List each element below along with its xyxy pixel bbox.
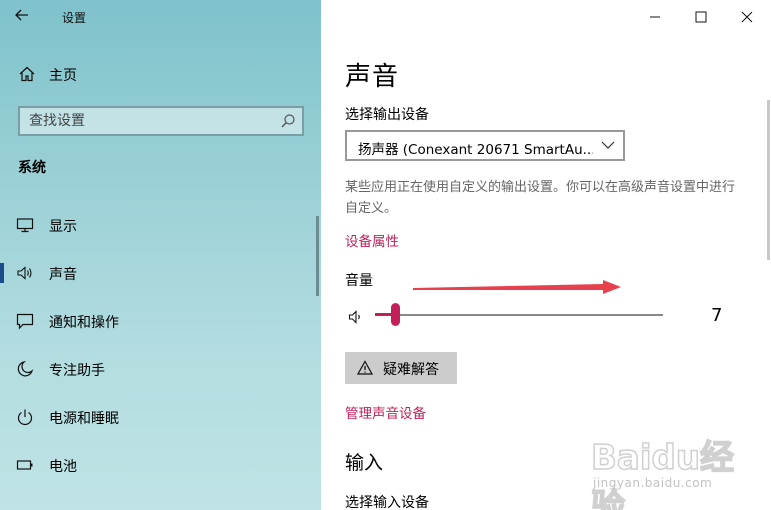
red-arrow-annotation [413, 280, 621, 294]
search-input[interactable] [20, 108, 270, 134]
sidebar-item-battery[interactable]: 电池 [0, 441, 321, 489]
troubleshoot-button[interactable]: 疑难解答 [345, 352, 457, 384]
output-device-value: 扬声器 (Conexant 20671 SmartAu... [358, 142, 593, 158]
title-bar: 设置 [0, 0, 321, 34]
sidebar-item-label: 声音 [49, 267, 77, 283]
watermark: Baidu经验 jingyan.baidu.com [590, 430, 741, 510]
maximize-button[interactable] [678, 0, 724, 32]
power-icon [17, 409, 33, 426]
main-scrollbar[interactable] [767, 100, 770, 260]
sidebar: 设置 主页 系统 显示 声音 [0, 0, 321, 510]
close-icon [741, 11, 753, 23]
device-properties-link[interactable]: 设备属性 [345, 230, 399, 250]
chevron-down-icon [601, 141, 615, 149]
search-icon [281, 114, 295, 128]
home-icon [19, 66, 35, 82]
volume-slider-track[interactable] [375, 314, 663, 316]
volume-label: 音量 [345, 273, 373, 289]
sidebar-item-focus-assist[interactable]: 专注助手 [0, 345, 321, 393]
home-label: 主页 [49, 68, 77, 84]
input-device-label: 选择输入设备 [345, 495, 429, 510]
close-button[interactable] [724, 0, 770, 32]
sidebar-item-label: 专注助手 [49, 363, 105, 379]
sidebar-item-label: 电源和睡眠 [49, 411, 119, 427]
maximize-icon [695, 11, 707, 23]
output-device-dropdown[interactable]: 扬声器 (Conexant 20671 SmartAu... [345, 130, 625, 161]
sidebar-item-display[interactable]: 显示 [0, 201, 321, 249]
speaker-icon [17, 266, 32, 280]
watermark-url: jingyan.baidu.com [593, 476, 713, 490]
section-title: 系统 [18, 160, 46, 176]
search-box[interactable] [18, 106, 304, 136]
sidebar-item-notifications[interactable]: 通知和操作 [0, 297, 321, 345]
manage-sound-devices-link[interactable]: 管理声音设备 [345, 402, 426, 422]
output-device-label: 选择输出设备 [345, 107, 429, 123]
battery-icon [16, 460, 33, 470]
minimize-icon [650, 16, 660, 18]
watermark-logo: Baidu经验 [590, 437, 735, 510]
troubleshoot-label: 疑难解答 [383, 362, 439, 378]
sidebar-item-sound[interactable]: 声音 [0, 249, 321, 297]
warning-icon [357, 360, 373, 375]
input-section-title: 输入 [345, 452, 384, 474]
sidebar-item-label: 显示 [49, 219, 77, 235]
output-description: 某些应用正在使用自定义的输出设置。你可以在高级声音设置中进行自定义。 [345, 180, 736, 216]
sidebar-scrollbar[interactable] [316, 216, 319, 296]
app-title: 设置 [62, 11, 87, 25]
main-panel: 声音 选择输出设备 扬声器 (Conexant 20671 SmartAu...… [321, 0, 771, 510]
notification-icon [16, 313, 34, 330]
volume-speaker-icon[interactable] [348, 308, 364, 326]
sidebar-item-home[interactable]: 主页 [0, 60, 321, 88]
moon-icon [17, 360, 34, 377]
back-arrow-icon [15, 9, 28, 21]
sidebar-item-label: 电池 [49, 459, 77, 475]
sidebar-item-power[interactable]: 电源和睡眠 [0, 393, 321, 441]
volume-slider-thumb[interactable] [391, 303, 401, 326]
minimize-button[interactable] [632, 0, 678, 32]
sidebar-item-label: 通知和操作 [49, 315, 119, 331]
back-button[interactable] [14, 7, 36, 27]
volume-value: 7 [711, 305, 723, 326]
sidebar-nav: 显示 声音 通知和操作 专注助手 电源和睡眠 电池 [0, 201, 321, 489]
page-title: 声音 [345, 62, 400, 92]
monitor-icon [16, 218, 34, 233]
